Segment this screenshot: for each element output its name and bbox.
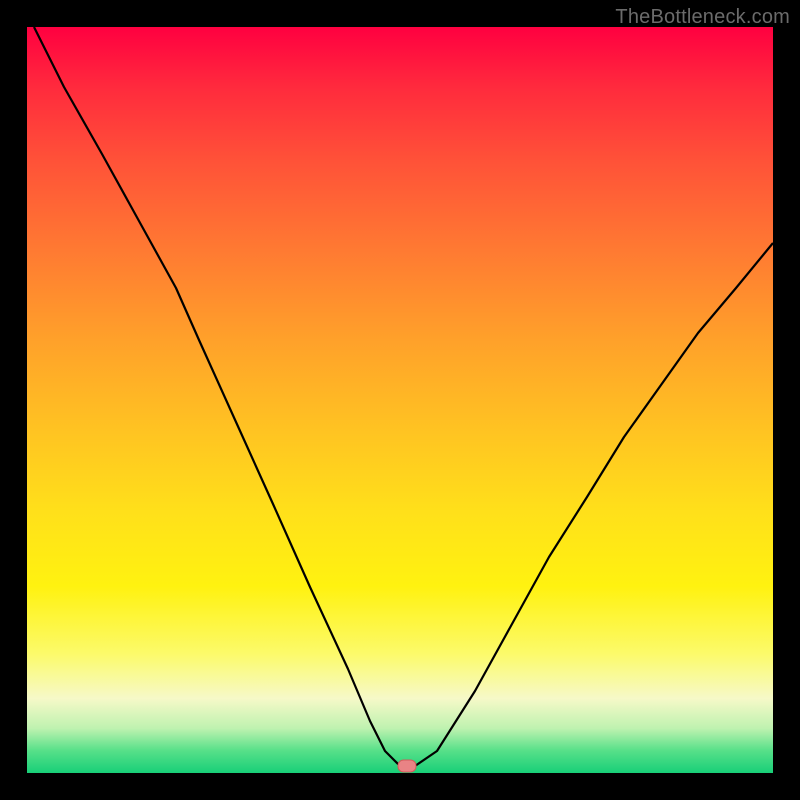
chart-frame: TheBottleneck.com: [0, 0, 800, 800]
plot-area: [27, 27, 773, 773]
bottleneck-curve: [34, 27, 773, 766]
curve-svg: [27, 27, 773, 773]
watermark-text: TheBottleneck.com: [615, 6, 790, 29]
min-marker: [398, 760, 417, 773]
